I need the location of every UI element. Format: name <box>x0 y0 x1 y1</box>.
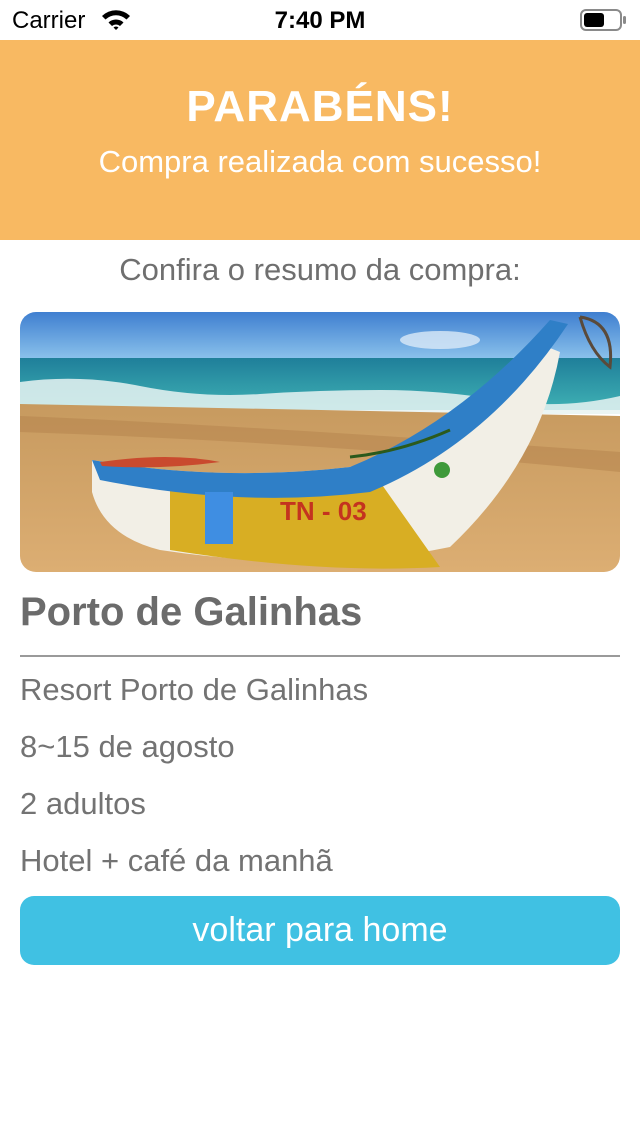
detail-dates: 8~15 de agosto <box>20 729 235 764</box>
destination-title: Porto de Galinhas <box>20 590 363 634</box>
battery-icon <box>580 9 626 31</box>
detail-guests: 2 adultos <box>20 786 146 821</box>
banner-subtitle: Compra realizada com sucesso! <box>98 144 542 179</box>
detail-hotel: Resort Porto de Galinhas <box>20 672 369 707</box>
summary-label: Confira o resumo da compra: <box>119 252 521 287</box>
beach-boat-photo: TN - 03 <box>20 312 620 572</box>
divider <box>20 655 620 657</box>
svg-text:TN - 03: TN - 03 <box>280 496 367 526</box>
back-to-home-button[interactable]: voltar para home <box>20 896 620 965</box>
status-bar: Carrier 7:40 PM <box>0 0 640 40</box>
banner-title: PARABÉNS! <box>186 82 454 131</box>
clock: 7:40 PM <box>274 7 366 34</box>
success-banner: PARABÉNS! Compra realizada com sucesso! <box>0 40 640 240</box>
detail-package: Hotel + café da manhã <box>20 843 333 878</box>
